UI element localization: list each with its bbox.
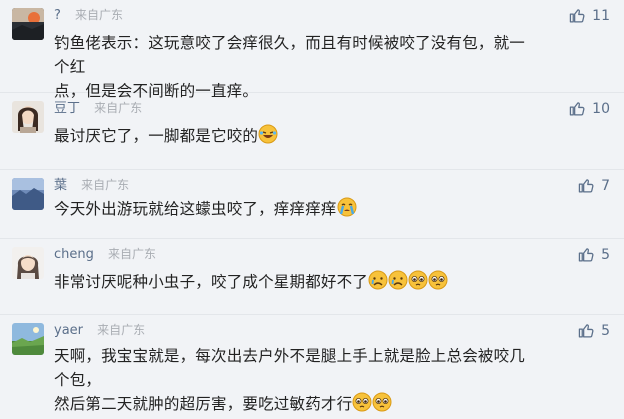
comment-text: 非常讨厌呢种小虫子，咬了成个星期都好不了: [54, 270, 540, 297]
comment-text-line: 今天外出游玩就给这蠓虫咬了，痒痒痒痒: [54, 200, 337, 218]
avatar[interactable]: [12, 8, 44, 40]
comment-meta: 豆丁 来自广东: [54, 99, 142, 118]
comment-text: 最讨厌它了，一脚都是它咬的: [54, 124, 540, 151]
avatar[interactable]: [12, 247, 44, 279]
location-label: 来自广东: [81, 178, 130, 192]
sad-emoji-icon: [368, 270, 388, 297]
thumbs-up-icon: [578, 179, 594, 193]
like-button[interactable]: 5: [578, 322, 610, 339]
like-count: 7: [601, 177, 610, 194]
comment-meta: 葉 来自广东: [54, 176, 129, 195]
avatar[interactable]: [12, 323, 44, 355]
avatar[interactable]: [12, 101, 44, 133]
comment-text: 天啊，我宝宝就是，每次出去户外不是腿上手上就是脸上总会被咬几个包， 然后第二天就…: [54, 344, 540, 419]
pleading-emoji-icon: [408, 270, 428, 297]
thumbs-up-icon: [578, 324, 594, 338]
nickname[interactable]: yaer: [54, 323, 83, 338]
location-label: 来自广东: [94, 101, 143, 115]
comment-item: yaer 来自广东 天啊，我宝宝就是，每次出去户外不是腿上手上就是脸上总会被咬几…: [0, 315, 624, 413]
pleading-emoji-icon: [428, 270, 448, 297]
thumbs-up-icon: [578, 248, 594, 262]
location-label: 来自广东: [97, 323, 146, 337]
comment-text-line: 然后第二天就肿的超厉害，要吃过敏药才行: [54, 395, 353, 413]
comment-text-line: 钓鱼佬表示：这玩意咬了会痒很久，而且有时候被咬了没有包，就一个红: [54, 34, 526, 76]
like-button[interactable]: 7: [578, 177, 610, 194]
comment-item: ? 来自广东 钓鱼佬表示：这玩意咬了会痒很久，而且有时候被咬了没有包，就一个红 …: [0, 0, 624, 100]
comment-item: cheng 来自广东 非常讨厌呢种小虫子，咬了成个星期都好不了 5: [0, 239, 624, 315]
nickname[interactable]: cheng: [54, 247, 94, 262]
comment-meta: ? 来自广东: [54, 6, 123, 25]
like-button[interactable]: 5: [578, 246, 610, 263]
comment-meta: cheng 来自广东: [54, 245, 156, 264]
nickname[interactable]: 豆丁: [54, 101, 80, 116]
like-count: 5: [601, 246, 610, 263]
nickname[interactable]: 葉: [54, 178, 67, 193]
thumbs-up-icon: [569, 102, 585, 116]
location-label: 来自广东: [75, 8, 124, 22]
crying-emoji-icon: [337, 197, 357, 224]
location-label: 来自广东: [108, 247, 157, 261]
comment-text: 今天外出游玩就给这蠓虫咬了，痒痒痒痒: [54, 197, 540, 224]
comment-meta: yaer 来自广东: [54, 321, 145, 340]
avatar[interactable]: [12, 178, 44, 210]
comment-text-line: 天啊，我宝宝就是，每次出去户外不是腿上手上就是脸上总会被咬几个包，: [54, 347, 526, 389]
thumbs-up-icon: [569, 9, 585, 23]
comment-text-line: 最讨厌它了，一脚都是它咬的: [54, 127, 259, 145]
like-count: 11: [592, 7, 610, 24]
like-count: 5: [601, 322, 610, 339]
sad-emoji-icon: [388, 270, 408, 297]
like-button[interactable]: 11: [569, 7, 610, 24]
laughing-emoji-icon: [258, 124, 278, 151]
like-button[interactable]: 10: [569, 100, 610, 117]
comment-text-line: 非常讨厌呢种小虫子，咬了成个星期都好不了: [54, 273, 369, 291]
like-count: 10: [592, 100, 610, 117]
nickname[interactable]: ?: [54, 8, 61, 23]
comment-item: 豆丁 来自广东 最讨厌它了，一脚都是它咬的 10: [0, 93, 624, 170]
comment-item: 葉 来自广东 今天外出游玩就给这蠓虫咬了，痒痒痒痒 7: [0, 170, 624, 239]
